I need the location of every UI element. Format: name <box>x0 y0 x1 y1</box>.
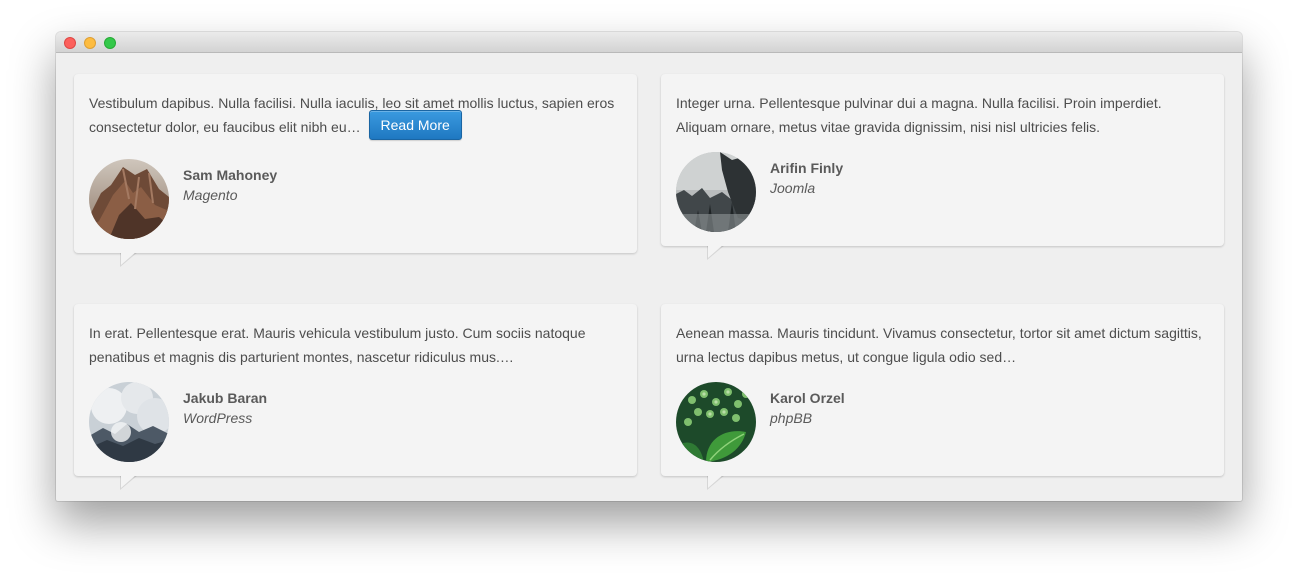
avatar <box>676 382 756 462</box>
author-role: phpBB <box>770 410 813 426</box>
speech-tail <box>707 246 727 261</box>
forest-photo-icon <box>676 152 756 232</box>
author-role: WordPress <box>183 410 253 426</box>
speech-tail <box>120 253 140 268</box>
avatar <box>89 159 169 239</box>
avatar <box>89 382 169 462</box>
plant-photo-icon <box>676 382 756 462</box>
minimize-window-button[interactable] <box>84 37 96 49</box>
testimonial-card: Vestibulum dapibus. Nulla facilisi. Null… <box>74 74 637 267</box>
author-name: Sam Mahoney <box>183 167 278 183</box>
author-role: Joomla <box>770 180 816 196</box>
testimonial-card: Integer urna. Pellentesque pulvinar dui … <box>661 74 1224 260</box>
author-role: Magento <box>183 187 238 203</box>
author-name: Karol Orzel <box>770 390 845 406</box>
rock-photo-icon <box>89 159 169 239</box>
window-titlebar <box>56 32 1242 53</box>
read-more-button[interactable]: Read More <box>368 110 462 141</box>
testimonial-quote: In erat. Pellentesque erat. Mauris vehic… <box>89 325 586 365</box>
testimonial-card: Aenean massa. Mauris tincidunt. Vivamus … <box>661 304 1224 490</box>
avatar <box>676 152 756 232</box>
clouds-photo-icon <box>89 382 169 462</box>
testimonial-quote: Integer urna. Pellentesque pulvinar dui … <box>676 95 1162 135</box>
testimonial-card: In erat. Pellentesque erat. Mauris vehic… <box>74 304 637 490</box>
zoom-window-button[interactable] <box>104 37 116 49</box>
testimonial-quote: Vestibulum dapibus. Nulla facilisi. Null… <box>89 91 622 141</box>
author-name: Jakub Baran <box>183 390 268 406</box>
author-name: Arifin Finly <box>770 160 844 176</box>
browser-window: Vestibulum dapibus. Nulla facilisi. Null… <box>56 32 1242 501</box>
close-window-button[interactable] <box>64 37 76 49</box>
testimonial-quote: Aenean massa. Mauris tincidunt. Vivamus … <box>676 325 1202 365</box>
speech-tail <box>707 476 727 491</box>
testimonials-grid: Vestibulum dapibus. Nulla facilisi. Null… <box>56 53 1242 501</box>
speech-tail <box>120 476 140 491</box>
